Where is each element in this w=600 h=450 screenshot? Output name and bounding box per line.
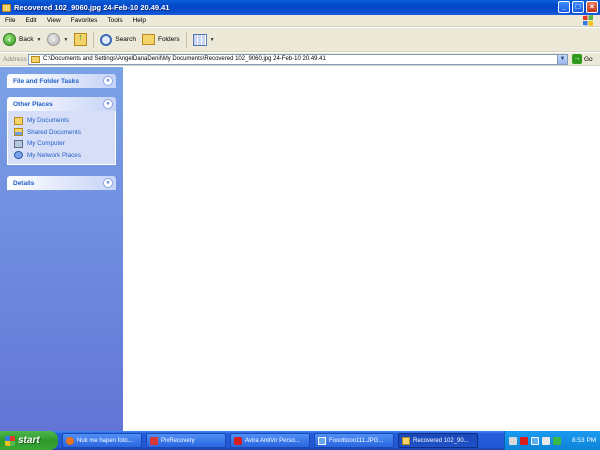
system-tray: 8:53 PM bbox=[504, 431, 600, 450]
forward-dropdown-icon[interactable]: ▼ bbox=[63, 37, 68, 43]
task-label: Avira AntiVir Perso... bbox=[245, 437, 300, 444]
folder-icon bbox=[402, 436, 410, 445]
link-my-computer[interactable]: My Computer bbox=[14, 138, 109, 150]
forward-button[interactable]: › ▼ bbox=[44, 30, 71, 50]
address-path: C:\Documents and Settings\AngelDanaDenil… bbox=[43, 56, 326, 62]
start-label: start bbox=[18, 435, 40, 446]
up-folder-icon bbox=[74, 32, 88, 46]
back-arrow-icon: ‹ bbox=[3, 33, 16, 46]
file-list-area[interactable] bbox=[123, 67, 600, 431]
menu-bar: File Edit View Favorites Tools Help bbox=[0, 15, 600, 27]
toolbar: ‹ Back ▼ › ▼ Search Folders ▼ bbox=[0, 28, 600, 52]
taskbar-item-firefox[interactable]: Nuk me hapen foto... bbox=[62, 433, 142, 448]
folders-icon bbox=[141, 34, 155, 45]
link-shared-documents[interactable]: Shared Documents bbox=[14, 127, 109, 139]
panel-title: Details bbox=[13, 179, 35, 187]
folder-icon bbox=[31, 55, 40, 63]
link-label: Shared Documents bbox=[27, 128, 81, 136]
views-icon bbox=[192, 33, 207, 46]
other-places-header[interactable]: Other Places « bbox=[7, 97, 116, 111]
windows-flag-icon bbox=[5, 435, 15, 446]
my-documents-icon bbox=[14, 116, 23, 125]
address-bar: Address C:\Documents and Settings\AngelD… bbox=[0, 53, 600, 66]
task-label: Recovered 102_90... bbox=[413, 437, 469, 444]
link-my-documents[interactable]: My Documents bbox=[14, 115, 109, 127]
avira-icon bbox=[234, 436, 242, 445]
task-label: Nuk me hapen foto... bbox=[77, 437, 133, 444]
details-header[interactable]: Details » bbox=[7, 176, 116, 190]
taskbar-item-avira[interactable]: Avira AntiVir Perso... bbox=[230, 433, 310, 448]
menu-file[interactable]: File bbox=[0, 17, 20, 24]
folders-label: Folders bbox=[157, 36, 180, 43]
windows-logo-icon bbox=[583, 15, 593, 26]
help-icon[interactable] bbox=[509, 436, 517, 445]
minimize-button[interactable]: _ bbox=[558, 1, 570, 13]
go-button[interactable]: → Go bbox=[572, 54, 593, 64]
task-pane: File and Folder Tasks » Other Places « M… bbox=[0, 67, 123, 431]
file-folder-tasks-header[interactable]: File and Folder Tasks » bbox=[7, 74, 116, 88]
menu-edit[interactable]: Edit bbox=[20, 17, 41, 24]
window-title: Recovered 102_9060.jpg 24-Feb-10 20.49.4… bbox=[14, 3, 170, 12]
firefox-icon bbox=[66, 436, 74, 445]
forward-arrow-icon: › bbox=[47, 33, 61, 46]
folders-button[interactable]: Folders bbox=[139, 30, 183, 50]
start-button[interactable]: start bbox=[0, 431, 58, 450]
toolbar-separator bbox=[93, 31, 95, 48]
up-folder-button[interactable] bbox=[71, 30, 90, 50]
window-controls: _ □ × bbox=[558, 1, 598, 13]
search-icon bbox=[100, 33, 113, 46]
panel-title: Other Places bbox=[13, 100, 53, 108]
image-icon bbox=[318, 436, 326, 445]
folder-icon bbox=[2, 3, 11, 12]
close-button[interactable]: × bbox=[586, 1, 598, 13]
my-computer-icon bbox=[14, 139, 23, 148]
search-button[interactable]: Search bbox=[97, 30, 139, 50]
other-places-panel: Other Places « My Documents Shared Docum… bbox=[7, 97, 116, 165]
chevron-down-icon[interactable]: » bbox=[103, 76, 113, 86]
chevron-up-icon[interactable]: « bbox=[103, 99, 113, 109]
task-label: Fooottooo111.JPG... bbox=[329, 437, 384, 444]
network-places-icon bbox=[14, 151, 23, 160]
task-label: PixRecovery bbox=[161, 437, 195, 444]
toolbar-separator bbox=[185, 31, 187, 48]
address-input[interactable]: C:\Documents and Settings\AngelDanaDenil… bbox=[28, 53, 568, 65]
back-button[interactable]: ‹ Back ▼ bbox=[0, 30, 44, 50]
clock[interactable]: 8:53 PM bbox=[572, 437, 596, 444]
search-label: Search bbox=[115, 36, 136, 43]
maximize-button[interactable]: □ bbox=[572, 1, 584, 13]
link-label: My Network Places bbox=[27, 151, 81, 159]
link-label: My Computer bbox=[27, 140, 65, 148]
security-tray-icon[interactable] bbox=[553, 436, 561, 445]
details-panel: Details » bbox=[7, 176, 116, 190]
network-tray-icon[interactable] bbox=[531, 436, 539, 445]
go-label: Go bbox=[584, 55, 593, 63]
views-button[interactable]: ▼ bbox=[190, 30, 218, 50]
taskbar: start Nuk me hapen foto... PixRecovery A… bbox=[0, 431, 600, 450]
file-folder-tasks-panel: File and Folder Tasks » bbox=[7, 74, 116, 88]
avira-tray-icon[interactable] bbox=[520, 436, 528, 445]
taskbar-item-image[interactable]: Fooottooo111.JPG... bbox=[314, 433, 394, 448]
panel-title: File and Folder Tasks bbox=[13, 77, 79, 85]
volume-icon[interactable] bbox=[542, 436, 550, 445]
go-arrow-icon: → bbox=[572, 54, 582, 64]
taskbar-item-recovered-folder[interactable]: Recovered 102_90... bbox=[398, 433, 478, 448]
link-my-network-places[interactable]: My Network Places bbox=[14, 150, 109, 162]
menu-view[interactable]: View bbox=[42, 17, 66, 24]
address-label: Address bbox=[3, 55, 27, 63]
menu-favorites[interactable]: Favorites bbox=[66, 17, 103, 24]
back-dropdown-icon[interactable]: ▼ bbox=[36, 37, 41, 43]
menu-tools[interactable]: Tools bbox=[102, 17, 127, 24]
other-places-list: My Documents Shared Documents My Compute… bbox=[7, 111, 116, 165]
taskbar-item-pixrecovery[interactable]: PixRecovery bbox=[146, 433, 226, 448]
shared-documents-icon bbox=[14, 128, 23, 137]
address-dropdown-icon[interactable]: ▼ bbox=[557, 54, 567, 64]
title-bar: Recovered 102_9060.jpg 24-Feb-10 20.49.4… bbox=[0, 0, 600, 15]
pixrecovery-icon bbox=[150, 436, 158, 445]
chevron-down-icon[interactable]: » bbox=[103, 178, 113, 188]
views-dropdown-icon[interactable]: ▼ bbox=[210, 37, 215, 43]
back-label: Back bbox=[19, 36, 34, 43]
link-label: My Documents bbox=[27, 117, 69, 125]
menu-help[interactable]: Help bbox=[128, 17, 151, 24]
